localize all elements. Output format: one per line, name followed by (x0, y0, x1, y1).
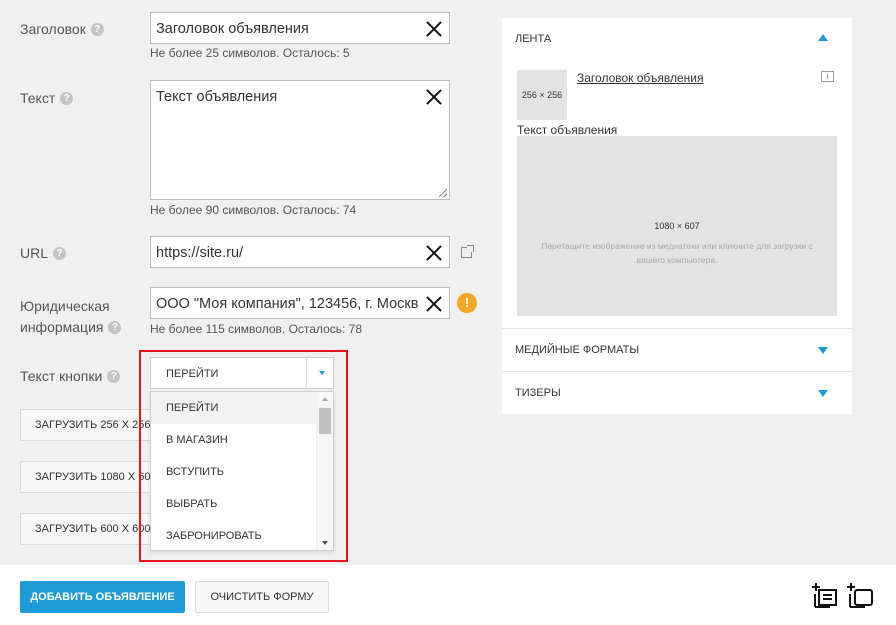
upload-600-button[interactable]: ЗАГРУЗИТЬ 600 X 600 (20, 513, 150, 545)
title-hint: Не более 25 символов. Осталось: 5 (150, 46, 350, 60)
preview-panel: ЛЕНТА 256 × 256 Заголовок объявления i Т… (502, 18, 852, 414)
legal-info-input[interactable]: ООО "Моя компания", 123456, г. Москв (150, 287, 450, 319)
warning-icon: ! (457, 293, 477, 313)
help-icon[interactable]: ? (60, 92, 74, 105)
chevron-up-icon[interactable] (818, 34, 828, 41)
text-label: Текст? (20, 88, 74, 109)
preview-ad-title[interactable]: Заголовок объявления (577, 71, 704, 85)
legal-hint: Не более 115 символов. Осталось: 78 (150, 322, 363, 336)
upload-256-button[interactable]: ЗАГРУЗИТЬ 256 X 256 (20, 409, 150, 441)
dropdown-option[interactable]: ВЫБРАТЬ (151, 488, 317, 520)
url-label: URL? (20, 243, 67, 264)
info-icon[interactable]: i (821, 71, 834, 82)
title-input[interactable]: Заголовок объявления (150, 12, 450, 44)
dropdown-option[interactable]: В МАГАЗИН (151, 424, 317, 456)
text-textarea-value: Текст объявления (156, 89, 278, 105)
button-text-label: Текст кнопки? (20, 366, 121, 387)
clear-text-icon[interactable] (426, 89, 442, 105)
thumbnail-placeholder: 256 × 256 (517, 70, 567, 120)
image-size-label: 1080 × 607 (654, 221, 700, 231)
teasers-title[interactable]: ТИЗЕРЫ (515, 387, 561, 399)
text-textarea[interactable]: Текст объявления (150, 80, 450, 200)
media-formats-title[interactable]: МЕДИЙНЫЕ ФОРМАТЫ (515, 344, 639, 356)
preview-ad-text: Текст объявления (517, 123, 618, 137)
url-input-value: https://site.ru/ (156, 245, 244, 261)
clear-form-button[interactable]: ОЧИСТИТЬ ФОРМУ (195, 581, 329, 613)
add-image-ad-icon[interactable] (847, 581, 875, 609)
external-link-icon[interactable] (461, 245, 474, 258)
dropdown-option[interactable]: ПЕРЕЙТИ (151, 392, 317, 424)
button-text-select[interactable]: ПЕРЕЙТИ (150, 357, 334, 389)
resize-handle-icon[interactable] (439, 189, 447, 197)
chevron-down-icon[interactable] (818, 390, 828, 397)
button-text-selected: ПЕРЕЙТИ (166, 368, 219, 380)
dropdown-option[interactable]: ЗАБРОНИРОВАТЬ (151, 520, 317, 552)
dropdown-scrollbar[interactable] (316, 392, 333, 550)
legal-label: Юридическая информация? (20, 296, 122, 338)
clear-title-icon[interactable] (426, 21, 442, 37)
clear-url-icon[interactable] (426, 245, 442, 261)
chevron-down-icon[interactable] (818, 347, 828, 354)
title-label: Заголовок? (20, 19, 104, 40)
button-text-dropdown: ПЕРЕЙТИ В МАГАЗИН ВСТУПИТЬ ВЫБРАТЬ ЗАБРО… (150, 391, 334, 551)
image-dropzone[interactable]: 1080 × 607 Перетащите изображение из мед… (517, 136, 837, 316)
select-divider (306, 358, 307, 388)
chevron-down-icon[interactable] (319, 371, 325, 375)
help-icon[interactable]: ? (107, 370, 121, 383)
url-input[interactable]: https://site.ru/ (150, 236, 450, 268)
help-icon[interactable]: ? (90, 23, 104, 36)
title-input-value: Заголовок объявления (156, 21, 309, 37)
scroll-up-icon[interactable] (322, 397, 328, 401)
help-icon[interactable]: ? (108, 321, 122, 334)
scrollbar-thumb[interactable] (319, 408, 331, 434)
text-hint: Не более 90 символов. Осталось: 74 (150, 203, 357, 217)
help-icon[interactable]: ? (53, 247, 67, 260)
add-text-ad-icon[interactable] (812, 581, 840, 609)
clear-legal-icon[interactable] (426, 296, 442, 312)
add-ad-button[interactable]: ДОБАВИТЬ ОБЪЯВЛЕНИЕ (20, 581, 185, 613)
scroll-down-icon[interactable] (322, 541, 328, 545)
divider (502, 328, 852, 329)
dropdown-option[interactable]: ВСТУПИТЬ (151, 456, 317, 488)
dropzone-hint: Перетащите изображение из медиатеки или … (541, 241, 813, 265)
feed-section-title[interactable]: ЛЕНТА (515, 33, 551, 45)
bottom-action-bar: ДОБАВИТЬ ОБЪЯВЛЕНИЕ ОЧИСТИТЬ ФОРМУ (0, 565, 896, 625)
divider (502, 371, 852, 372)
legal-info-value: ООО "Моя компания", 123456, г. Москв (156, 296, 419, 312)
upload-1080-button[interactable]: ЗАГРУЗИТЬ 1080 X 607 (20, 461, 150, 493)
